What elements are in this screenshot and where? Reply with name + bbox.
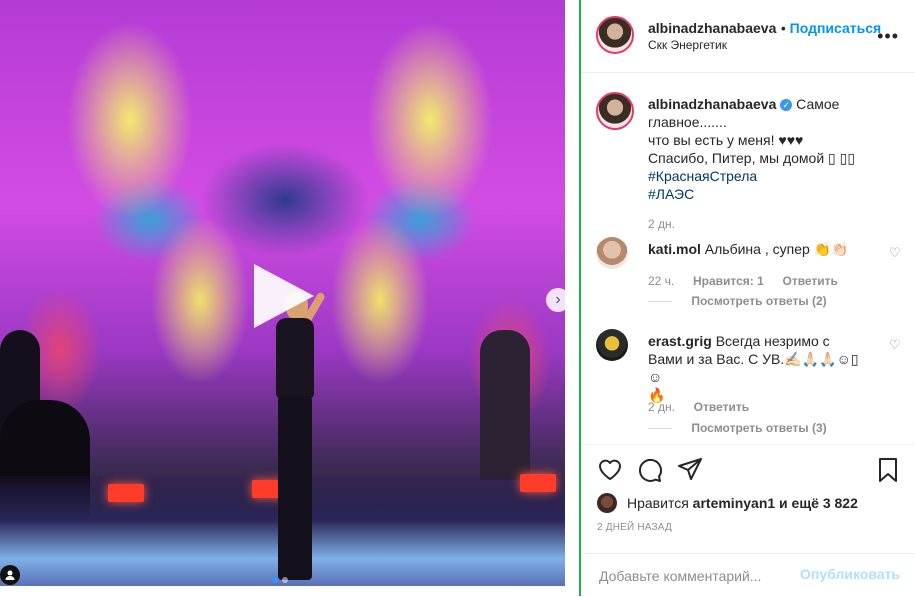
- avatar[interactable]: [597, 493, 617, 513]
- follow-button[interactable]: Подписаться: [790, 20, 882, 36]
- view-replies-button[interactable]: Посмотреть ответы (2): [691, 294, 826, 308]
- reply-button[interactable]: Ответить: [694, 400, 749, 414]
- performer: [272, 291, 326, 580]
- avatar[interactable]: [596, 329, 628, 361]
- separator-dot: •: [780, 20, 790, 36]
- comment-timestamp[interactable]: 22 ч.: [648, 274, 674, 288]
- bookmark-icon[interactable]: [877, 457, 899, 488]
- comment-text: Всегда незримо с: [715, 333, 830, 349]
- carousel-dot: [282, 577, 288, 583]
- post-date[interactable]: 2 ДНЕЙ НАЗАД: [597, 522, 672, 533]
- likes-count[interactable]: и ещё 3 822: [779, 495, 858, 511]
- verified-icon: ✓: [780, 99, 793, 112]
- instagram-post: › albinadzhanabaeva • Подписаться Скк Эн…: [0, 0, 915, 596]
- post-header: albinadzhanabaeva • Подписаться Скк Энер…: [581, 0, 915, 73]
- like-comment-icon[interactable]: ♡: [889, 338, 901, 351]
- caption-text: Самое: [796, 96, 840, 112]
- comment-item: erast.grig Всегда незримо с Вами и за Ва…: [596, 329, 901, 439]
- post-actions: Нравится arteminyan1 и ещё 3 822 2 ДНЕЙ …: [581, 444, 915, 565]
- replies-divider: [648, 428, 672, 430]
- post-username[interactable]: albinadzhanabaeva: [648, 20, 776, 36]
- post-video[interactable]: ›: [0, 0, 565, 586]
- caption-text: Спасибо, Питер, мы домой ▯ ▯▯: [648, 150, 856, 166]
- user-tag-icon[interactable]: [0, 565, 20, 585]
- comment-likes[interactable]: Нравится: 1: [693, 274, 764, 288]
- stage-light: [520, 474, 556, 492]
- heart-icon[interactable]: [597, 457, 623, 486]
- like-comment-icon[interactable]: ♡: [889, 246, 901, 259]
- post-sidebar: albinadzhanabaeva • Подписаться Скк Энер…: [581, 0, 915, 596]
- comment-username[interactable]: erast.grig: [648, 333, 712, 349]
- avatar[interactable]: [596, 237, 628, 269]
- chevron-right-icon[interactable]: ›: [546, 288, 565, 312]
- reply-button[interactable]: Ответить: [782, 274, 837, 288]
- hashtag-link[interactable]: #КраснаяСтрела: [648, 168, 757, 184]
- hashtag-link[interactable]: #ЛАЭС: [648, 186, 694, 202]
- caption-text: что вы есть у меня! ♥♥♥: [648, 132, 804, 148]
- comments-section[interactable]: albinadzhanabaeva ✓ Самое главное.......…: [581, 73, 915, 444]
- play-icon[interactable]: [254, 264, 314, 328]
- replies-divider: [648, 301, 672, 303]
- avatar[interactable]: [596, 16, 634, 54]
- share-icon[interactable]: [677, 457, 703, 486]
- post-location[interactable]: Скк Энергетик: [648, 38, 727, 52]
- publish-button[interactable]: Опубликовать: [800, 566, 900, 582]
- comment-text: Вами и за Вас. С УВ.✍🏻🙏🏻🙏🏻☺▯☺: [648, 351, 859, 385]
- comment-text: Альбина , супер 👏👏🏻: [704, 241, 849, 257]
- comment-timestamp[interactable]: 2 дн.: [648, 400, 675, 414]
- caption-text: главное.......: [648, 114, 727, 130]
- avatar[interactable]: [596, 92, 634, 130]
- carousel-indicator: [272, 577, 288, 583]
- caption-timestamp[interactable]: 2 дн.: [648, 217, 675, 231]
- comment-item: kati.mol Альбина , супер 👏👏🏻 ♡ 22 ч. Нра…: [596, 237, 901, 308]
- comment-input[interactable]: [597, 564, 801, 588]
- comment-username[interactable]: kati.mol: [648, 241, 701, 257]
- likes-prefix: Нравится: [627, 495, 689, 511]
- musician-right: [480, 330, 530, 480]
- view-replies-button[interactable]: Посмотреть ответы (3): [691, 421, 826, 435]
- add-comment-bar: Опубликовать: [581, 553, 915, 597]
- comment-icon[interactable]: [637, 457, 663, 488]
- stage-light: [108, 484, 144, 502]
- liker-username[interactable]: arteminyan1: [693, 495, 775, 511]
- caption-username[interactable]: albinadzhanabaeva: [648, 96, 776, 112]
- more-options-icon[interactable]: •••: [877, 26, 899, 47]
- carousel-dot: [272, 577, 278, 583]
